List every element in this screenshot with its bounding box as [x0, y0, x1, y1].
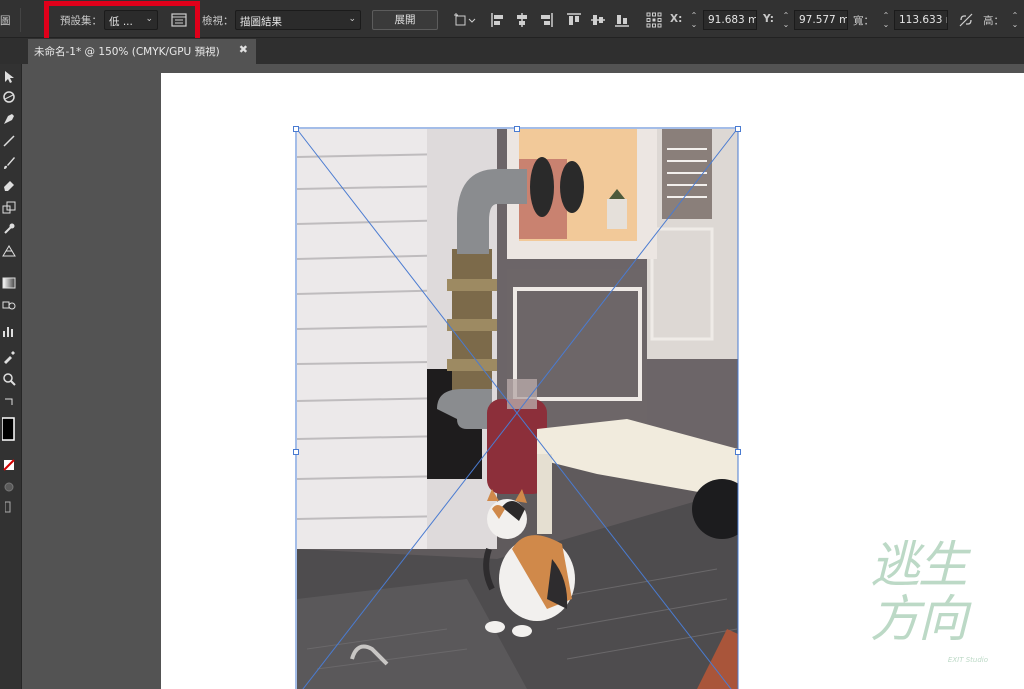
- height-label: 高：: [983, 15, 1004, 27]
- preset-highlight-box: [44, 1, 200, 43]
- align-to-icon: [454, 13, 476, 26]
- close-icon[interactable]: ✖: [239, 43, 248, 56]
- align-top-button[interactable]: [565, 10, 583, 30]
- watermark-text-bottom: 方向: [870, 590, 968, 648]
- tools-panel: [0, 64, 22, 689]
- align-bottom-button[interactable]: [613, 10, 631, 30]
- draw-mode-icon[interactable]: [0, 478, 18, 496]
- separator: [20, 8, 21, 32]
- view-label: 檢視：: [202, 15, 234, 27]
- resize-handle-top-center[interactable]: [514, 126, 520, 132]
- align-bottom-icon: [615, 15, 629, 27]
- fill-stroke-icon[interactable]: [0, 414, 18, 444]
- y-field[interactable]: 97.577 m: [794, 10, 848, 30]
- reference-point-button[interactable]: [645, 10, 663, 30]
- puppet-warp-tool-icon[interactable]: [0, 220, 18, 238]
- selection-bounding-box: [295, 127, 739, 689]
- align-left-button[interactable]: [489, 10, 507, 30]
- selection-tool-icon[interactable]: [0, 68, 18, 86]
- chevron-down-icon: ⌄: [348, 14, 356, 24]
- document-tab[interactable]: 未命名-1* @ 150% (CMYK/GPU 預視) ✖: [28, 39, 256, 64]
- x-field[interactable]: 91.683 m: [703, 10, 757, 30]
- view-dropdown[interactable]: 描圖結果 ⌄: [235, 10, 361, 30]
- curvature-tool-icon[interactable]: [0, 88, 18, 106]
- unlink-icon: [959, 13, 973, 27]
- reference-point-icon: [646, 12, 662, 28]
- width-field[interactable]: 113.633 r: [894, 10, 948, 30]
- align-right-icon: [541, 13, 553, 27]
- control-bar: 圖 預設集： 低 ... ⌄ 檢視： 描圖結果 ⌄ 展開 X: ⌃ ⌄ 91.6…: [0, 0, 1024, 43]
- graph-tool-icon[interactable]: [0, 322, 18, 340]
- align-horizontal-center-button[interactable]: [513, 10, 531, 30]
- eraser-tool-icon[interactable]: [0, 176, 18, 194]
- scale-tool-icon[interactable]: [0, 198, 18, 216]
- blend-tool-icon[interactable]: [0, 296, 18, 314]
- align-vertical-center-icon: [591, 15, 605, 25]
- constrain-proportions-button[interactable]: [957, 10, 975, 30]
- align-left-icon: [491, 13, 503, 27]
- y-label: Y:: [763, 13, 774, 25]
- align-right-button[interactable]: [537, 10, 555, 30]
- line-tool-icon[interactable]: [0, 132, 18, 150]
- watermark-subtitle: EXIT Studio: [947, 656, 988, 664]
- width-stepper[interactable]: ⌃ ⌄: [881, 11, 891, 29]
- perspective-grid-tool-icon[interactable]: [0, 242, 18, 260]
- align-to-dropdown[interactable]: [453, 10, 477, 30]
- x-stepper[interactable]: ⌃ ⌄: [689, 11, 699, 29]
- pen-tool-icon[interactable]: [0, 110, 18, 128]
- align-top-icon: [567, 13, 581, 25]
- view-value: 描圖結果: [240, 16, 282, 28]
- zoom-tool-icon[interactable]: [0, 370, 18, 388]
- height-stepper[interactable]: ⌃ ⌄: [1010, 11, 1020, 29]
- control-bar-fragment: 圖: [0, 15, 11, 27]
- resize-handle-top-left[interactable]: [293, 126, 299, 132]
- gradient-tool-icon[interactable]: [0, 274, 18, 292]
- screen-mode-icon[interactable]: [0, 498, 18, 516]
- watermark-text-top: 逃生: [870, 536, 968, 594]
- align-vertical-center-button[interactable]: [589, 10, 607, 30]
- eyedropper-tool-icon[interactable]: [0, 348, 18, 366]
- y-stepper[interactable]: ⌃ ⌄: [781, 11, 791, 29]
- document-tab-label: 未命名-1* @ 150% (CMYK/GPU 預視): [34, 46, 220, 58]
- align-horizontal-center-icon: [517, 13, 527, 27]
- watermark-logo: 逃生 方向 EXIT Studio: [870, 538, 1010, 668]
- resize-handle-top-right[interactable]: [735, 126, 741, 132]
- expand-button[interactable]: 展開: [372, 10, 438, 30]
- x-label: X:: [670, 13, 683, 25]
- none-color-icon[interactable]: [0, 456, 18, 474]
- resize-handle-middle-left[interactable]: [293, 449, 299, 455]
- swap-colors-icon[interactable]: [0, 396, 18, 408]
- document-tab-bar: 未命名-1* @ 150% (CMYK/GPU 預視) ✖: [0, 38, 1024, 64]
- resize-handle-middle-right[interactable]: [735, 449, 741, 455]
- width-label: 寬：: [853, 15, 874, 27]
- paintbrush-tool-icon[interactable]: [0, 154, 18, 172]
